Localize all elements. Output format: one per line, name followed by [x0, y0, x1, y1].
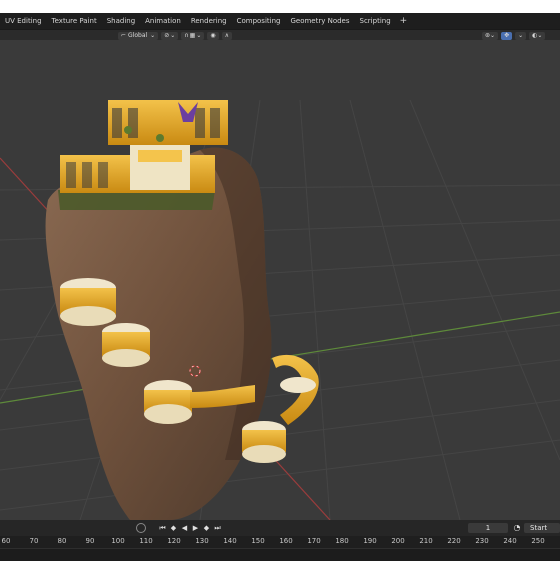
chevron-down-icon: ⌄: [490, 32, 496, 39]
current-frame-field[interactable]: 1: [468, 523, 508, 533]
play-icon[interactable]: ▶: [191, 524, 200, 533]
overlays-button[interactable]: ◐ ⌄: [529, 31, 546, 40]
tab-uv-editing[interactable]: UV Editing: [0, 13, 47, 29]
frame-number: 140: [223, 537, 237, 545]
tab-animation[interactable]: Animation: [140, 13, 186, 29]
jump-start-icon[interactable]: ⏮: [158, 524, 167, 533]
frame-number: 60: [1, 537, 11, 545]
play-reverse-icon[interactable]: ◀: [180, 524, 189, 533]
timeline-track[interactable]: [0, 548, 560, 561]
snap-grid-icon: ▦: [189, 32, 196, 39]
round-tower-1: [60, 278, 116, 326]
frame-number: 210: [419, 537, 433, 545]
tab-compositing[interactable]: Compositing: [232, 13, 286, 29]
transform-orientation-dropdown[interactable]: ⌐ Global ⌄: [118, 31, 159, 40]
frame-number: 230: [475, 537, 489, 545]
magnet-icon: ∩: [184, 32, 189, 39]
orientation-icon: ⌐: [121, 32, 127, 39]
top-white-band: [0, 0, 560, 13]
tab-rendering[interactable]: Rendering: [186, 13, 232, 29]
frame-number: 220: [447, 537, 461, 545]
tab-shading[interactable]: Shading: [102, 13, 140, 29]
chevron-down-icon: ⌄: [150, 32, 156, 39]
clock-icon[interactable]: ◔: [512, 523, 522, 533]
3d-viewport[interactable]: [0, 40, 560, 520]
prev-keyframe-icon[interactable]: ◆: [169, 524, 178, 533]
frame-number: 130: [195, 537, 209, 545]
chevron-down-icon: ⌄: [518, 32, 524, 39]
chevron-down-icon: ⌄: [196, 32, 202, 39]
snap-button[interactable]: ∩ ▦ ⌄: [181, 31, 205, 40]
frame-number: 180: [335, 537, 349, 545]
keyframe-record-button[interactable]: [136, 523, 146, 533]
gizmo-icon: ✥: [504, 32, 510, 39]
next-keyframe-icon[interactable]: ◆: [202, 524, 211, 533]
frame-number: 250: [531, 537, 545, 545]
gizmo-dropdown[interactable]: ⌄: [515, 31, 527, 40]
frame-number: 150: [251, 537, 265, 545]
proportional-icon: ◉: [210, 32, 216, 39]
frame-number: 240: [503, 537, 517, 545]
gizmo-toggle-button[interactable]: ✥: [501, 31, 513, 40]
tab-texture-paint[interactable]: Texture Paint: [47, 13, 102, 29]
frame-number: 160: [279, 537, 293, 545]
chevron-down-icon: ⌄: [537, 32, 543, 39]
orientation-label: Global: [128, 32, 148, 39]
frame-ruler[interactable]: 60 70 80 90 100 110 120 130 140 150 160 …: [0, 536, 560, 548]
start-frame-field[interactable]: Start: [524, 523, 560, 533]
proportional-editing-button[interactable]: ◉: [207, 31, 219, 40]
frame-number: 190: [363, 537, 377, 545]
pivot-point-button[interactable]: ⊘ ⌄: [161, 31, 179, 40]
timeline-panel: ⏮ ◆ ◀ ▶ ◆ ⏭ 1 ◔ Start 60 70 80 90 100 11…: [0, 520, 560, 561]
workspace-tabs: UV Editing Texture Paint Shading Animati…: [0, 13, 560, 29]
frame-number: 100: [111, 537, 125, 545]
viewport-scene: [0, 99, 560, 520]
frame-number: 80: [57, 537, 67, 545]
frame-number: 170: [307, 537, 321, 545]
frame-number: 90: [85, 537, 95, 545]
timeline-header: ⏮ ◆ ◀ ▶ ◆ ⏭ 1 ◔ Start: [0, 520, 560, 536]
chevron-down-icon: ⌄: [170, 32, 176, 39]
tab-geometry-nodes[interactable]: Geometry Nodes: [285, 13, 354, 29]
jump-end-icon[interactable]: ⏭: [213, 524, 222, 533]
playback-controls: ⏮ ◆ ◀ ▶ ◆ ⏭: [158, 523, 222, 533]
pivot-icon: ⊘: [164, 32, 170, 39]
frame-number: 70: [29, 537, 39, 545]
visibility-button[interactable]: ⊛ ⌄: [482, 31, 499, 40]
proportional-falloff-button[interactable]: ∧: [221, 31, 233, 40]
round-tower-3: [242, 421, 286, 463]
round-tower-2: [102, 323, 150, 367]
falloff-icon: ∧: [224, 32, 230, 39]
frame-number: 200: [391, 537, 405, 545]
tab-scripting[interactable]: Scripting: [355, 13, 396, 29]
right-walkway: [272, 354, 319, 425]
golden-castle: [60, 100, 228, 193]
frame-number: 110: [139, 537, 153, 545]
add-workspace-button[interactable]: +: [396, 13, 412, 29]
frame-number: 120: [167, 537, 181, 545]
